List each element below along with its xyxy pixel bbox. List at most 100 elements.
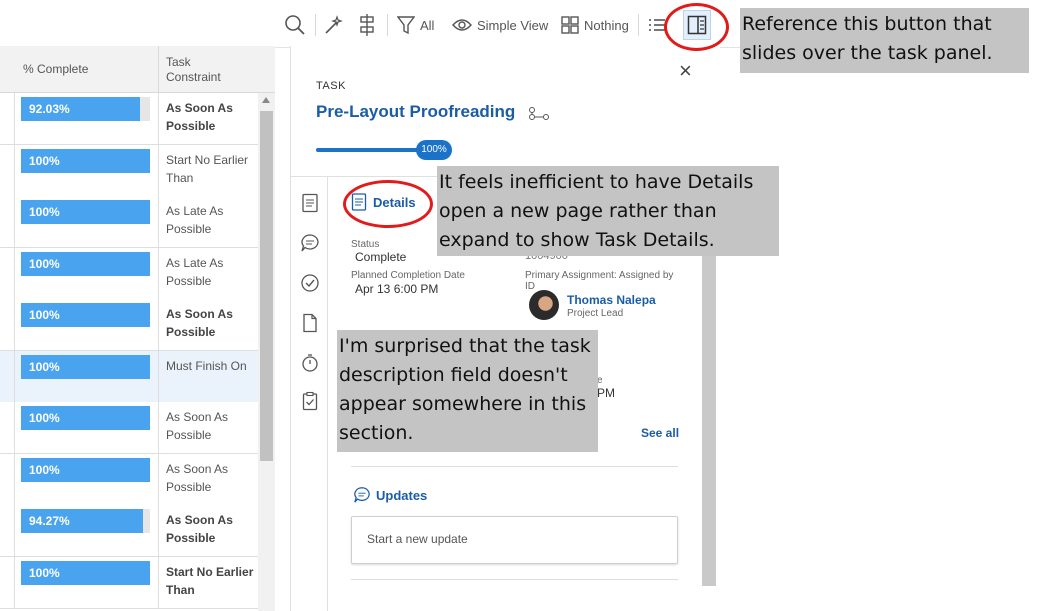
task-title: Pre-Layout Proofreading [316,102,550,122]
status-label: Status [351,239,380,250]
eye-icon [452,19,472,31]
percent-complete-value: 92.03% [29,102,70,116]
view-label: Simple View [477,17,549,33]
progress-bar: 100% [21,457,150,482]
view-button[interactable]: Simple View [452,12,548,38]
table-row[interactable]: 100% Start No Earlier Than [0,556,258,609]
filter-label: All [420,17,435,33]
table-scrollbar[interactable] [258,93,275,611]
link-tasks-button[interactable] [323,12,345,38]
row-left-border [14,93,15,144]
table-row[interactable]: 92.03% As Soon As Possible [0,93,258,145]
percent-complete-value: 100% [29,308,60,322]
search-icon [285,15,305,35]
group-button[interactable]: Nothing [561,12,629,38]
row-left-border [14,350,15,402]
section-divider [351,466,678,467]
row-left-border [14,556,15,608]
comment-icon [354,487,370,503]
partial-field-value: PM [597,386,615,400]
percent-complete-value: 100% [29,205,60,219]
percent-complete-value: 100% [29,565,60,580]
row-left-border [14,299,15,350]
progress-bar: 100% [21,303,150,327]
scroll-up-arrow-icon[interactable] [262,97,270,103]
task-constraint-value: As Soon As Possible [166,461,229,494]
column-divider [158,247,159,299]
timeline-button[interactable] [357,12,377,38]
row-left-border [14,505,15,556]
table-row[interactable]: 100% As Late As Possible [0,247,258,300]
column-divider [158,453,159,505]
screenshot-root: All Simple View Nothing % Complete Task … [0,0,1053,611]
annotation-details: It feels inefficient to have Details ope… [437,166,779,256]
progress-badge: 100% [416,140,452,160]
panel-scrollbar[interactable] [702,256,716,586]
toolbar-divider [387,14,388,36]
toolbar: All Simple View Nothing [0,0,740,48]
updates-section-header[interactable]: Updates [353,486,427,504]
progress-bar: 94.27% [21,509,150,533]
row-left-border [14,196,15,247]
filter-button[interactable]: All [397,12,434,38]
new-update-input[interactable]: Start a new update [351,516,678,564]
table-row[interactable]: 100% As Soon As Possible [0,402,258,454]
avatar [529,290,559,320]
row-left-border [14,402,15,453]
clipboard-check-icon[interactable] [300,391,320,411]
annotation-description: I'm surprised that the task description … [337,330,598,452]
assignee-name[interactable]: Thomas Nalepa [567,293,656,307]
task-title-text: Pre-Layout Proofreading [316,102,516,121]
table-row[interactable]: 94.27% As Soon As Possible [0,505,258,557]
details-doc-icon[interactable] [300,193,320,213]
progress-bar: 100% [21,148,150,173]
search-button[interactable] [284,12,306,38]
see-all-link[interactable]: See all [641,426,679,440]
close-icon[interactable]: × [679,60,692,82]
percent-complete-value: 100% [29,411,60,425]
hierarchy-icon [360,14,374,36]
table-header: % Complete Task Constraint [0,46,275,93]
stopwatch-icon[interactable] [300,353,320,373]
percent-complete-value: 94.27% [29,514,70,528]
filter-icon [397,16,415,35]
comment-icon[interactable] [300,233,320,253]
assignee-role: Project Lead [567,308,624,319]
task-constraint-value: As Late As Possible [166,255,224,288]
table-row[interactable]: 100% As Soon As Possible [0,299,258,351]
highlight-circle-toggle [664,3,729,51]
table-row[interactable]: 100% Start No Earlier Than [0,144,258,197]
column-divider [158,46,159,93]
subtasks-icon[interactable] [528,106,550,120]
task-panel: TASK Pre-Layout Proofreading × 100% Deta… [290,46,721,611]
percent-complete-value: 100% [29,256,60,271]
scroll-thumb[interactable] [260,111,273,461]
column-divider [158,505,159,556]
percent-complete-value: 100% [29,462,60,477]
column-header-complete[interactable]: % Complete [23,46,153,93]
table-row[interactable]: 100% As Late As Possible [0,196,258,248]
progress-bar: 100% [21,354,150,379]
table-row[interactable]: 100% Must Finish On [0,350,258,403]
toolbar-divider [315,14,316,36]
column-divider [158,93,159,144]
document-icon[interactable] [300,313,320,333]
planned-completion-value: Apr 13 6:00 PM [355,282,439,296]
percent-complete-value: 100% [29,359,60,374]
column-divider [158,350,159,402]
section-divider [351,579,678,580]
planned-completion-label: Planned Completion Date [351,270,465,281]
magic-wand-icon [325,15,343,34]
grid-icon [561,16,579,34]
task-constraint-value: Start No Earlier Than [166,152,249,185]
panel-tab-rail [291,177,328,611]
progress-bar: 100% [21,200,150,224]
column-header-constraint[interactable]: Task Constraint [166,46,236,93]
progress-track [316,148,426,152]
table-row[interactable]: 100% As Soon As Possible [0,453,258,506]
updates-label: Updates [376,487,428,503]
row-left-border [14,247,15,299]
toolbar-divider [638,14,639,36]
primary-assignment-label: Primary Assignment: Assigned by ID [525,270,674,292]
approval-check-icon[interactable] [300,273,320,293]
